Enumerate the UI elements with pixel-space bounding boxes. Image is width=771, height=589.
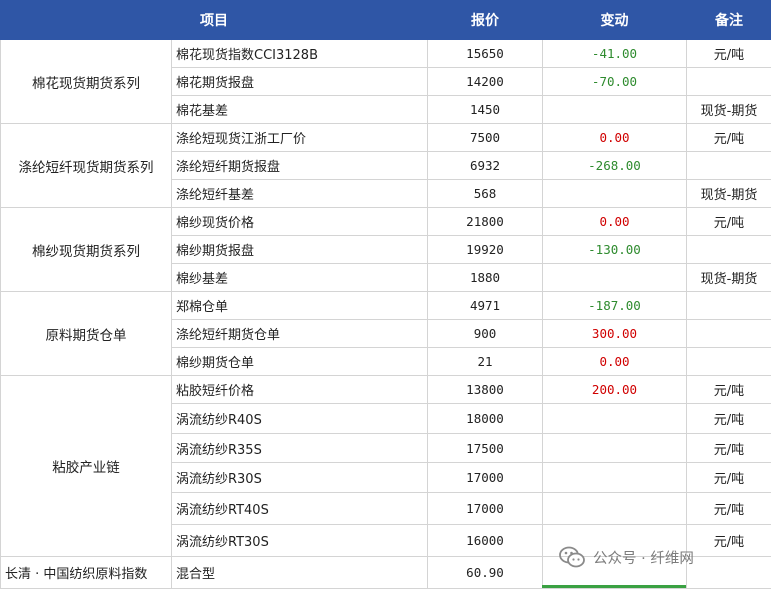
change-cell	[542, 492, 687, 525]
note-cell: 元/吨	[686, 462, 771, 493]
header-price: 报价	[427, 0, 543, 40]
note-cell	[686, 319, 771, 348]
change-cell: 0.00	[542, 207, 687, 236]
price-cell: 568	[427, 179, 543, 208]
change-cell: 0.00	[542, 347, 687, 376]
change-cell	[542, 462, 687, 493]
note-cell: 现货-期货	[686, 263, 771, 292]
price-cell: 21	[427, 347, 543, 376]
item-cell: 涡流纺纱R30S	[171, 462, 428, 493]
change-cell	[542, 179, 687, 208]
table-row: 棉纱现货期货系列 棉纱现货价格 21800 0.00 元/吨	[0, 207, 771, 292]
footer-item: 混合型	[171, 556, 428, 589]
category-cell: 粘胶产业链	[0, 375, 172, 557]
price-cell: 7500	[427, 123, 543, 152]
change-cell: 0.00	[542, 123, 687, 152]
item-cell: 涤纶短纤期货报盘	[171, 151, 428, 180]
item-cell: 棉纱期货报盘	[171, 235, 428, 264]
item-cell: 涤纶短现货江浙工厂价	[171, 123, 428, 152]
change-cell: -187.00	[542, 291, 687, 320]
header-item: 项目	[0, 0, 428, 40]
price-cell: 900	[427, 319, 543, 348]
item-cell: 涡流纺纱R35S	[171, 433, 428, 463]
price-cell: 17000	[427, 462, 543, 493]
footer-price: 60.90	[427, 556, 543, 589]
price-cell: 1880	[427, 263, 543, 292]
note-cell: 元/吨	[686, 207, 771, 236]
price-cell: 6932	[427, 151, 543, 180]
change-cell	[542, 263, 687, 292]
item-cell: 棉花期货报盘	[171, 67, 428, 96]
header-change: 变动	[542, 0, 687, 40]
note-cell: 元/吨	[686, 375, 771, 404]
footer-accent-bar	[542, 585, 686, 588]
wechat-icon	[559, 546, 585, 568]
note-cell: 元/吨	[686, 524, 771, 557]
category-cell: 原料期货仓单	[0, 291, 172, 376]
change-cell: -130.00	[542, 235, 687, 264]
price-cell: 17500	[427, 433, 543, 463]
note-cell	[686, 291, 771, 320]
price-cell: 21800	[427, 207, 543, 236]
note-cell: 元/吨	[686, 403, 771, 434]
item-cell: 涤纶短纤基差	[171, 179, 428, 208]
table-row: 原料期货仓单 郑棉仓单 4971 -187.00	[0, 291, 771, 376]
price-cell: 4971	[427, 291, 543, 320]
category-cell: 棉纱现货期货系列	[0, 207, 172, 292]
note-cell	[686, 347, 771, 376]
price-cell: 16000	[427, 524, 543, 557]
item-cell: 涡流纺纱RT40S	[171, 492, 428, 525]
change-cell	[542, 403, 687, 434]
item-cell: 棉纱期货仓单	[171, 347, 428, 376]
item-cell: 粘胶短纤价格	[171, 375, 428, 404]
table-body: 棉花现货期货系列 棉花现货指数CCI3128B 15650 -41.00 元/吨 棉花期货…	[0, 39, 771, 557]
watermark: 公众号 · 纤维网	[557, 541, 694, 573]
price-table: 项目 报价 变动 备注 棉花现货期货系列 棉花现货指数CCI3128B 15650-…	[0, 0, 771, 589]
price-cell: 14200	[427, 67, 543, 96]
note-cell: 元/吨	[686, 39, 771, 68]
change-cell: -70.00	[542, 67, 687, 96]
change-cell	[542, 95, 687, 124]
item-cell: 棉纱现货价格	[171, 207, 428, 236]
item-cell: 涤纶短纤期货仓单	[171, 319, 428, 348]
footer-note	[686, 556, 771, 589]
price-cell: 18000	[427, 403, 543, 434]
change-cell	[542, 433, 687, 463]
table-header-row: 项目 报价 变动 备注	[0, 0, 771, 40]
item-cell: 棉花现货指数CCI3128B	[171, 39, 428, 68]
change-cell: -268.00	[542, 151, 687, 180]
watermark-text: 公众号 · 纤维网	[593, 550, 694, 567]
change-cell: 300.00	[542, 319, 687, 348]
price-cell: 1450	[427, 95, 543, 124]
note-cell	[686, 151, 771, 180]
item-cell: 棉花基差	[171, 95, 428, 124]
item-cell: 棉纱基差	[171, 263, 428, 292]
note-cell: 元/吨	[686, 123, 771, 152]
note-cell	[686, 67, 771, 96]
change-cell: 200.00	[542, 375, 687, 404]
note-cell: 现货-期货	[686, 179, 771, 208]
table-row: 粘胶产业链 粘胶短纤价格 13800 200.00 元/吨	[0, 375, 771, 557]
item-cell: 郑棉仓单	[171, 291, 428, 320]
item-cell: 涡流纺纱R40S	[171, 403, 428, 434]
price-cell: 19920	[427, 235, 543, 264]
price-cell: 13800	[427, 375, 543, 404]
table-row: 棉花现货期货系列 棉花现货指数CCI3128B 15650 -41.00 元/吨	[0, 39, 771, 124]
header-note: 备注	[686, 0, 771, 40]
note-cell: 元/吨	[686, 433, 771, 463]
price-cell: 15650	[427, 39, 543, 68]
note-cell: 元/吨	[686, 492, 771, 525]
category-cell: 棉花现货期货系列	[0, 39, 172, 124]
change-cell: -41.00	[542, 39, 687, 68]
item-cell: 涡流纺纱RT30S	[171, 524, 428, 557]
table-row: 涤纶短纤现货期货系列 涤纶短现货江浙工厂价 7500 0.00 元/吨	[0, 123, 771, 208]
note-cell: 现货-期货	[686, 95, 771, 124]
category-cell: 涤纶短纤现货期货系列	[0, 123, 172, 208]
footer-label: 长清 · 中国纺织原料指数	[0, 556, 172, 589]
price-cell: 17000	[427, 492, 543, 525]
note-cell	[686, 235, 771, 264]
